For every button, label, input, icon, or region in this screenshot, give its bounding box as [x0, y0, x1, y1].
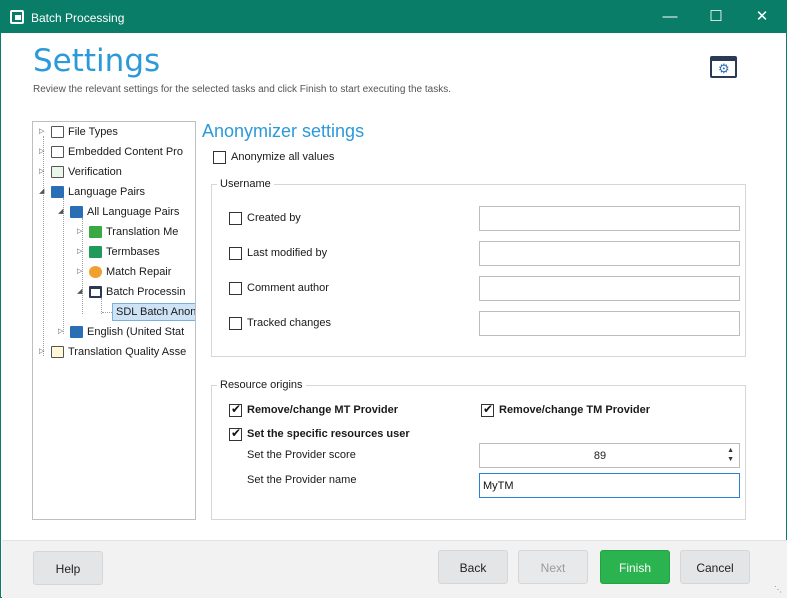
maximize-button[interactable]: ☐ [693, 1, 739, 33]
tm-provider-checkbox[interactable] [481, 402, 494, 417]
app-icon [10, 10, 24, 24]
tracked-changes-checkbox[interactable] [229, 317, 242, 330]
tm-provider-label: Remove/change TM Provider [499, 404, 650, 416]
page-subtitle: Review the relevant settings for the sel… [33, 84, 451, 95]
embedded-content-icon [51, 146, 64, 158]
expand-icon[interactable]: ▷ [58, 323, 68, 341]
settings-gear-icon: ⚙ [710, 56, 737, 78]
specific-user-label: Set the specific resources user [247, 428, 410, 440]
provider-name-input[interactable]: MyTM [479, 473, 740, 498]
last-modified-by-input[interactable] [479, 241, 740, 266]
resource-origins-group-title: Resource origins [217, 379, 306, 391]
spin-down-icon[interactable]: ▼ [727, 456, 734, 463]
finish-button[interactable]: Finish [600, 550, 670, 584]
expand-icon[interactable]: ▷ [77, 223, 87, 241]
provider-score-label: Set the Provider score [247, 449, 356, 461]
termbase-icon [89, 246, 102, 258]
tracked-changes-label: Tracked changes [247, 317, 331, 329]
provider-score-value: 89 [593, 450, 607, 462]
expand-icon[interactable]: ▷ [77, 243, 87, 261]
quality-assessment-icon [51, 346, 64, 358]
back-button[interactable]: Back [438, 550, 508, 584]
created-by-label: Created by [247, 212, 301, 224]
mt-provider-label: Remove/change MT Provider [247, 404, 398, 416]
specific-user-checkbox[interactable] [229, 426, 242, 441]
comment-author-label: Comment author [247, 282, 329, 294]
provider-score-spinner[interactable]: 89 ▲ ▼ [479, 443, 740, 468]
tree-item-label: Embedded Content Pro [68, 146, 183, 158]
created-by-input[interactable] [479, 206, 740, 231]
anonymize-all-label: Anonymize all values [231, 151, 335, 163]
expand-icon[interactable]: ▷ [39, 343, 49, 361]
settings-tree[interactable]: ▷ File Types ▷ Embedded Content Pro ▷ Ve… [32, 121, 196, 520]
batch-processing-icon [89, 286, 102, 298]
next-button[interactable]: Next [518, 550, 588, 584]
expand-icon[interactable]: ▷ [39, 143, 49, 161]
language-pairs-icon [70, 326, 83, 338]
tree-item-label: File Types [68, 126, 118, 138]
page-title: Settings [33, 43, 161, 79]
expand-icon[interactable]: ▷ [77, 263, 87, 281]
translation-memory-icon [89, 226, 102, 238]
anonymizer-settings-title: Anonymizer settings [202, 121, 365, 141]
collapse-icon[interactable]: ◢ [39, 183, 49, 201]
resize-grip-icon[interactable]: ⋱ [774, 585, 784, 595]
mt-provider-checkbox[interactable] [229, 402, 242, 417]
title-bar[interactable]: Batch Processing — ☐ ✕ [1, 1, 786, 33]
tracked-changes-input[interactable] [479, 311, 740, 336]
comment-author-input[interactable] [479, 276, 740, 301]
collapse-icon[interactable]: ◢ [77, 283, 87, 301]
footer-bar: Help Back Next Finish Cancel ⋱ [2, 540, 787, 598]
language-pairs-icon [70, 206, 83, 218]
tree-item-label: Translation Quality Asse [68, 346, 187, 358]
tree-item-label: Verification [68, 166, 122, 178]
last-modified-by-checkbox[interactable] [229, 247, 242, 260]
spin-up-icon[interactable]: ▲ [727, 447, 734, 454]
tree-item-label: Match Repair [106, 266, 172, 278]
expand-icon[interactable]: ▷ [39, 123, 49, 141]
wrench-icon [89, 266, 102, 278]
help-button[interactable]: Help [33, 551, 103, 585]
last-modified-by-label: Last modified by [247, 247, 328, 259]
tree-item-label: English (United Stat [87, 326, 185, 338]
tree-item-label: Language Pairs [68, 186, 146, 198]
tree-item-label: Translation Me [106, 226, 179, 238]
batch-processing-window: Batch Processing — ☐ ✕ Settings Review t… [0, 0, 787, 598]
tree-item-label: SDL Batch Anon [112, 303, 195, 321]
minimize-button[interactable]: — [647, 1, 693, 33]
created-by-checkbox[interactable] [229, 212, 242, 225]
tree-item-label: Termbases [106, 246, 160, 258]
comment-author-checkbox[interactable] [229, 282, 242, 295]
anonymize-all-checkbox[interactable] [213, 151, 226, 164]
collapse-icon[interactable]: ◢ [58, 203, 68, 221]
expand-icon[interactable]: ▷ [39, 163, 49, 181]
tree-item-label: Batch Processin [106, 286, 186, 298]
provider-name-label: Set the Provider name [247, 474, 357, 486]
close-button[interactable]: ✕ [739, 1, 785, 33]
window-title: Batch Processing [31, 11, 125, 25]
cancel-button[interactable]: Cancel [680, 550, 750, 584]
tree-item-label: All Language Pairs [87, 206, 180, 218]
file-types-icon [51, 126, 64, 138]
verification-icon [51, 166, 64, 178]
language-pairs-icon [51, 186, 64, 198]
username-group-title: Username [217, 178, 274, 190]
